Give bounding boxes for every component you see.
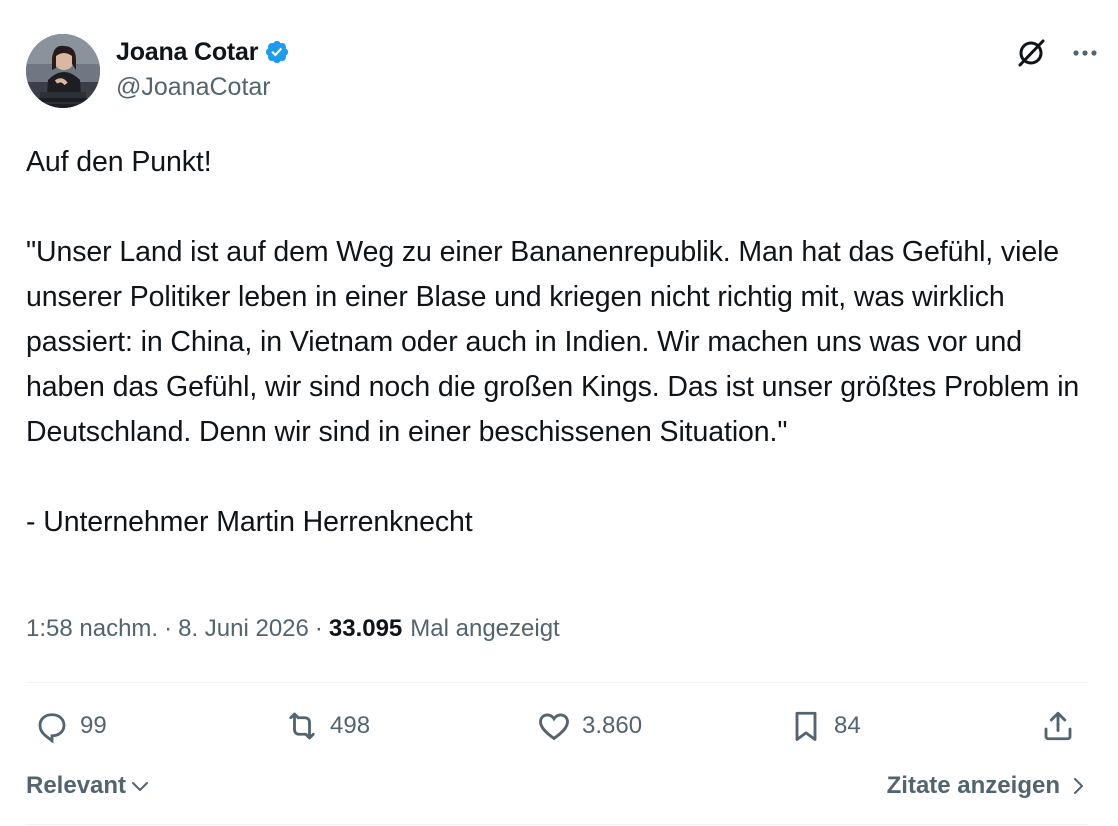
quotes-label: Zitate anzeigen <box>886 772 1060 799</box>
chevron-down-icon <box>132 782 149 791</box>
like-count: 3.860 <box>582 712 643 739</box>
share-icon <box>1044 711 1072 741</box>
tweet-meta: 1:58 nachm. · 8. Juni 2026 · 33.095 Mal … <box>26 615 560 643</box>
author-handle[interactable]: @JoanaCotar <box>116 73 271 102</box>
reply-button[interactable]: 99 <box>34 708 107 744</box>
author-name-row: Joana Cotar <box>116 34 290 70</box>
reply-count: 99 <box>80 712 107 739</box>
sort-label: Relevant <box>26 772 127 799</box>
tweet-action-bar: 99 498 3.860 84 <box>26 700 1088 756</box>
grok-icon[interactable] <box>1014 36 1048 75</box>
view-quotes-link[interactable]: Zitate anzeigen <box>887 772 1088 800</box>
heart-icon <box>539 713 569 741</box>
bookmark-icon <box>795 711 817 741</box>
tweet-header-actions <box>1014 36 1100 75</box>
repost-count: 498 <box>330 712 371 739</box>
repost-button[interactable]: 498 <box>284 708 370 744</box>
tweet-time[interactable]: 1:58 nachm. <box>26 615 158 643</box>
meta-separator: · <box>314 615 323 642</box>
avatar-image <box>26 34 100 108</box>
divider <box>26 824 1088 825</box>
views-label: Mal angezeigt <box>410 615 560 642</box>
bookmark-button[interactable]: 84 <box>788 708 861 744</box>
more-icon[interactable] <box>1070 38 1100 73</box>
bookmark-count: 84 <box>834 712 861 739</box>
author-display-name[interactable]: Joana Cotar <box>116 38 258 67</box>
divider <box>26 682 1088 683</box>
replies-header: Relevant Zitate anzeigen <box>26 768 1088 808</box>
like-button[interactable]: 3.860 <box>536 708 642 744</box>
repost-icon <box>289 712 315 740</box>
tweet-date[interactable]: 8. Juni 2026 <box>178 615 309 643</box>
verified-badge-icon[interactable] <box>264 39 290 65</box>
tweet-text: Auf den Punkt! "Unser Land ist auf dem W… <box>26 146 1080 538</box>
chevron-right-icon <box>1074 778 1083 794</box>
reply-icon <box>38 713 66 744</box>
avatar[interactable] <box>26 34 100 108</box>
share-button[interactable] <box>1040 708 1076 744</box>
sort-dropdown[interactable]: Relevant <box>26 772 150 800</box>
views-count: 33.095 <box>328 615 403 642</box>
meta-separator: · <box>164 615 173 642</box>
